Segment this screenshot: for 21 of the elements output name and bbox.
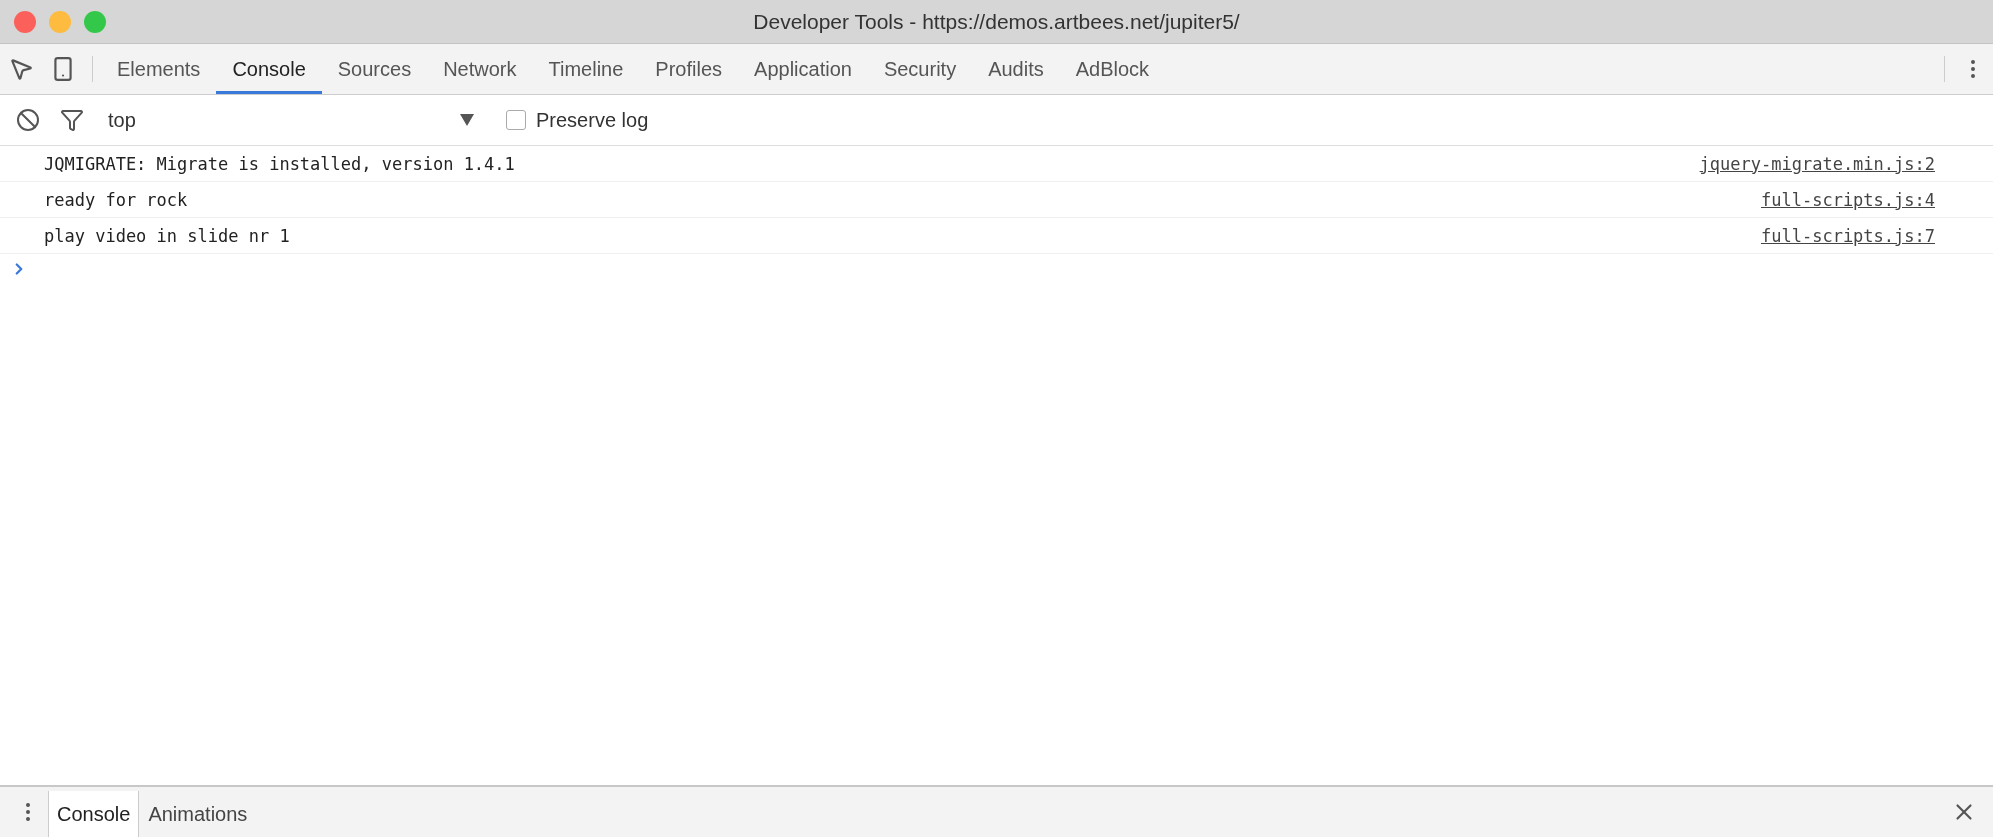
preserve-log-checkbox[interactable]: Preserve log <box>506 108 649 132</box>
panel-tab[interactable]: AdBlock <box>1059 44 1166 94</box>
message-text: ready for rock <box>44 189 188 210</box>
panel-tab[interactable]: Console <box>216 44 322 94</box>
panel-tab[interactable]: Network <box>427 44 533 94</box>
source-link[interactable]: full-scripts.js:4 <box>1761 189 1935 210</box>
drawer-tab[interactable]: Animations <box>139 791 257 837</box>
panel-tab[interactable]: Security <box>867 44 973 94</box>
window-title: Developer Tools - https://demos.artbees.net/jupiter5/ <box>753 9 1240 34</box>
panel-tab[interactable]: Timeline <box>532 44 640 94</box>
panel-tab[interactable]: Profiles <box>639 44 739 94</box>
drawer-tab[interactable]: Console <box>48 791 140 837</box>
message-text: JQMIGRATE: Migrate is installed, version 1.4.1 <box>44 153 515 174</box>
message-text: play video in slide nr 1 <box>44 225 290 246</box>
source-link[interactable]: jquery-migrate.min.js:2 <box>1699 153 1935 174</box>
panel-tab[interactable]: Audits <box>972 44 1060 94</box>
panel-tab[interactable]: Sources <box>321 44 428 94</box>
source-link[interactable]: full-scripts.js:7 <box>1761 225 1935 246</box>
panel-tab[interactable]: Elements <box>101 44 217 94</box>
context-dropdown[interactable]: top <box>96 108 482 132</box>
panel-tab[interactable]: Application <box>738 44 868 94</box>
